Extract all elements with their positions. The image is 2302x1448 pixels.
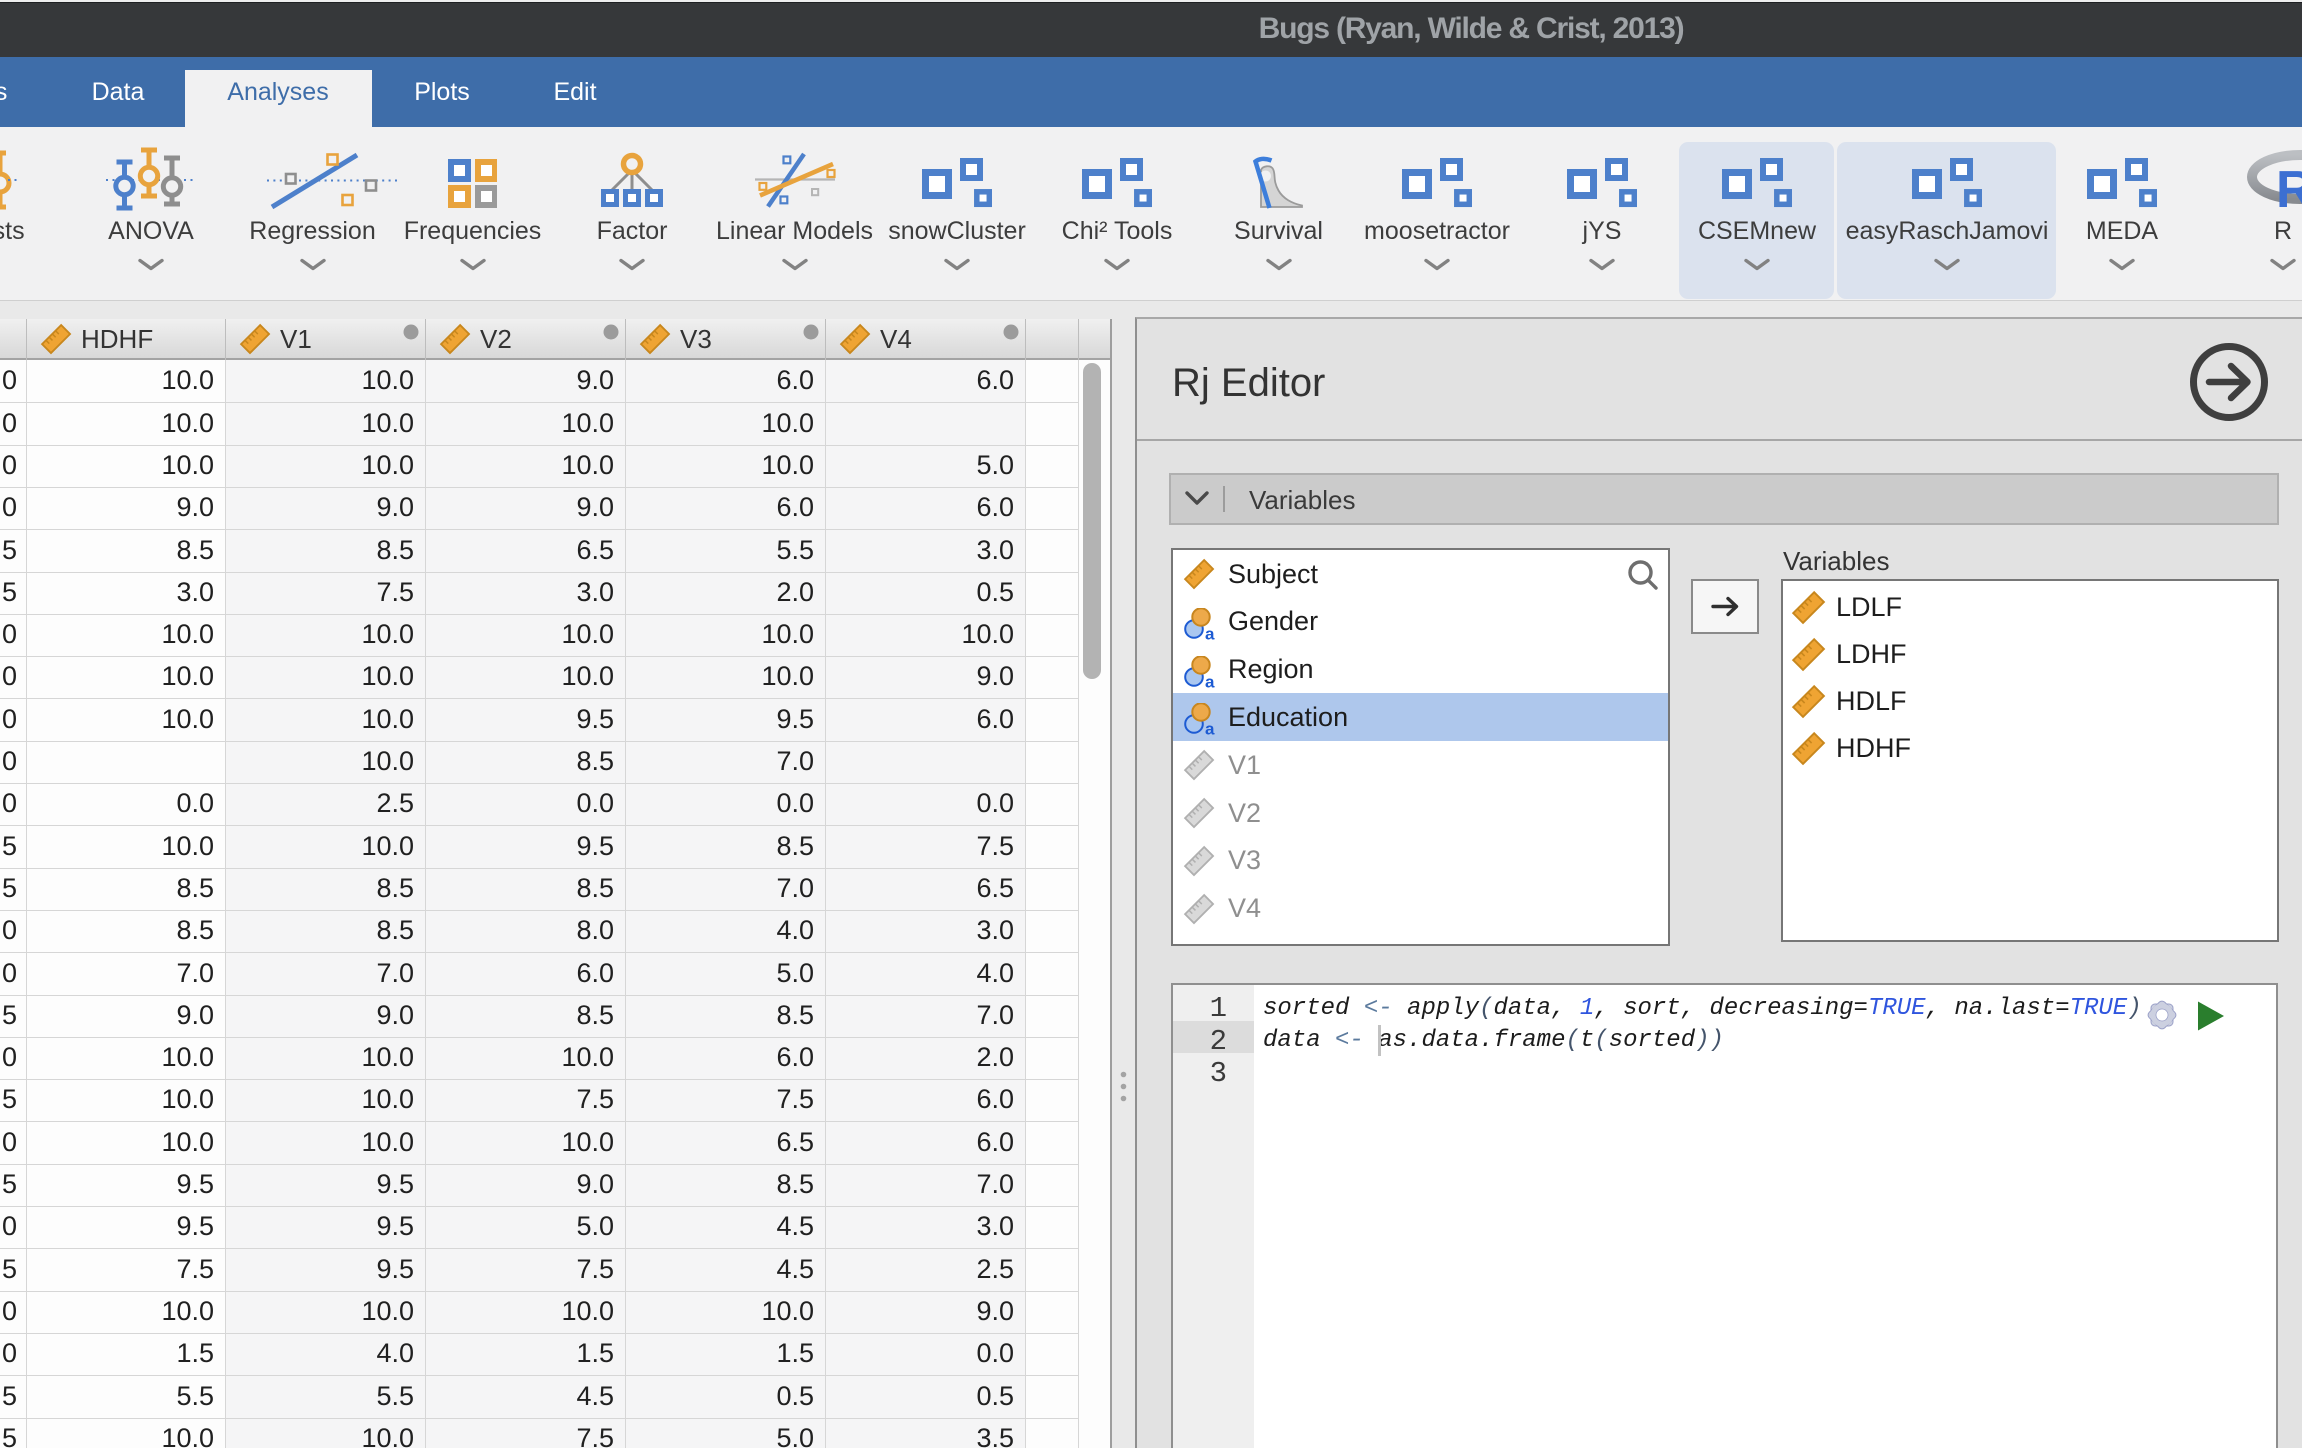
svg-text:R: R	[2276, 161, 2302, 216]
svg-text:a: a	[1205, 720, 1215, 736]
svg-text:a: a	[1205, 672, 1215, 688]
svg-text:a: a	[1205, 624, 1215, 640]
